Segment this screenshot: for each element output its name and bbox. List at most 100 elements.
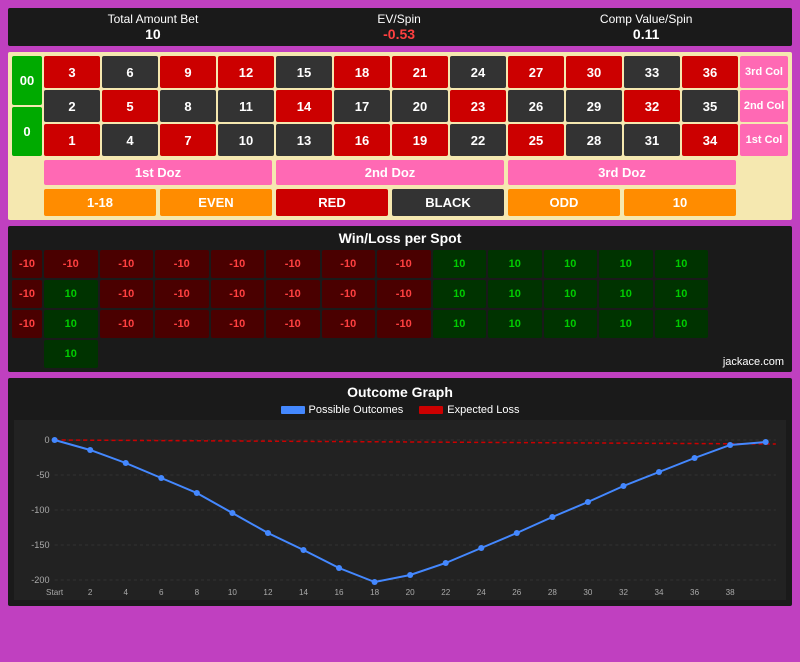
ev-spin-value: -0.53 — [383, 26, 415, 42]
col-1st[interactable]: 1st Col — [740, 124, 788, 156]
svg-text:20: 20 — [406, 588, 416, 597]
bet-odd[interactable]: ODD — [508, 189, 620, 216]
number-cell-33[interactable]: 33 — [624, 56, 680, 88]
number-cell-3[interactable]: 3 — [44, 56, 100, 88]
svg-text:32: 32 — [619, 588, 629, 597]
wl-left-cell: -10 — [12, 250, 42, 278]
bet-black[interactable]: BLACK — [392, 189, 504, 216]
wl-cell: -10 — [266, 250, 320, 278]
number-cell-32[interactable]: 32 — [624, 90, 680, 122]
svg-text:4: 4 — [123, 588, 128, 597]
wl-cell: -10 — [322, 310, 376, 338]
total-amount-bet: Total Amount Bet 10 — [108, 12, 199, 42]
svg-text:-200: -200 — [31, 575, 49, 585]
number-cell-21[interactable]: 21 — [392, 56, 448, 88]
number-cell-35[interactable]: 35 — [682, 90, 738, 122]
legend-possible-label: Possible Outcomes — [309, 404, 404, 416]
svg-text:-100: -100 — [31, 505, 49, 515]
svg-text:30: 30 — [583, 588, 593, 597]
number-cell-36[interactable]: 36 — [682, 56, 738, 88]
wl-cell: 10 — [433, 250, 487, 278]
bet-even[interactable]: EVEN — [160, 189, 272, 216]
winloss-grid: -10-10-10-10-10-10-10101010101010-10-10-… — [44, 250, 708, 368]
legend-red-icon — [419, 406, 443, 414]
number-cell-24[interactable]: 24 — [450, 56, 506, 88]
svg-text:38: 38 — [726, 588, 736, 597]
doz-3rd[interactable]: 3rd Doz — [508, 160, 736, 185]
wl-cell: -10 — [155, 310, 209, 338]
number-cell-7[interactable]: 7 — [160, 124, 216, 156]
number-cell-11[interactable]: 11 — [218, 90, 274, 122]
winloss-section: Win/Loss per Spot -10-10-10 -10-10-10-10… — [8, 226, 792, 372]
wl-cell: 10 — [488, 310, 542, 338]
wl-cell: -10 — [377, 280, 431, 308]
wl-cell: -10 — [377, 250, 431, 278]
number-cell-22[interactable]: 22 — [450, 124, 506, 156]
total-amount-label: Total Amount Bet — [108, 12, 199, 26]
wl-cell: 10 — [44, 280, 98, 308]
doz-1st[interactable]: 1st Doz — [44, 160, 272, 185]
doz-2nd[interactable]: 2nd Doz — [276, 160, 504, 185]
stats-bar: Total Amount Bet 10 EV/Spin -0.53 Comp V… — [8, 8, 792, 46]
wl-cell: -10 — [155, 250, 209, 278]
wl-cell: 10 — [488, 280, 542, 308]
columns-right: 3rd Col 2nd Col 1st Col — [740, 56, 788, 156]
number-cell-4[interactable]: 4 — [102, 124, 158, 156]
svg-text:Start: Start — [46, 588, 64, 597]
wl-cell: 10 — [655, 310, 709, 338]
number-cell-29[interactable]: 29 — [566, 90, 622, 122]
graph-area: 0 -50 -100 -150 -200 Start 2 4 6 8 10 12… — [14, 420, 786, 600]
number-cell-26[interactable]: 26 — [508, 90, 564, 122]
wl-cell: -10 — [211, 310, 265, 338]
number-cell-2[interactable]: 2 — [44, 90, 100, 122]
svg-text:34: 34 — [655, 588, 665, 597]
number-cell-25[interactable]: 25 — [508, 124, 564, 156]
number-cell-17[interactable]: 17 — [334, 90, 390, 122]
wl-cell: -10 — [322, 280, 376, 308]
number-cell-1[interactable]: 1 — [44, 124, 100, 156]
svg-text:24: 24 — [477, 588, 487, 597]
wl-cell: 10 — [599, 250, 653, 278]
jackace-watermark: jackace.com — [723, 356, 784, 368]
number-cell-30[interactable]: 30 — [566, 56, 622, 88]
zero-00[interactable]: 00 — [12, 56, 42, 105]
number-cell-5[interactable]: 5 — [102, 90, 158, 122]
col-3rd[interactable]: 3rd Col — [740, 56, 788, 88]
number-cell-34[interactable]: 34 — [682, 124, 738, 156]
wl-left-cell: -10 — [12, 280, 42, 308]
number-cell-12[interactable]: 12 — [218, 56, 274, 88]
number-cell-15[interactable]: 15 — [276, 56, 332, 88]
wl-right: jackace.com — [708, 250, 788, 368]
number-cell-18[interactable]: 18 — [334, 56, 390, 88]
number-cell-28[interactable]: 28 — [566, 124, 622, 156]
wl-cell: 10 — [44, 340, 98, 368]
svg-text:0: 0 — [44, 435, 49, 445]
number-cell-14[interactable]: 14 — [276, 90, 332, 122]
number-cell-13[interactable]: 13 — [276, 124, 332, 156]
legend-possible: Possible Outcomes — [281, 404, 404, 416]
number-cell-9[interactable]: 9 — [160, 56, 216, 88]
number-cell-31[interactable]: 31 — [624, 124, 680, 156]
wl-cell: 10 — [44, 310, 98, 338]
svg-text:10: 10 — [228, 588, 238, 597]
zero-0[interactable]: 0 — [12, 107, 42, 156]
bet-red[interactable]: RED — [276, 189, 388, 216]
number-cell-19[interactable]: 19 — [392, 124, 448, 156]
svg-text:8: 8 — [195, 588, 200, 597]
bet-10[interactable]: 10 — [624, 189, 736, 216]
number-cell-20[interactable]: 20 — [392, 90, 448, 122]
winloss-title: Win/Loss per Spot — [12, 230, 788, 246]
bet-1-18[interactable]: 1-18 — [44, 189, 156, 216]
number-cell-8[interactable]: 8 — [160, 90, 216, 122]
legend-expected: Expected Loss — [419, 404, 519, 416]
number-cell-16[interactable]: 16 — [334, 124, 390, 156]
number-cell-23[interactable]: 23 — [450, 90, 506, 122]
number-cell-10[interactable]: 10 — [218, 124, 274, 156]
wl-cell: 10 — [488, 250, 542, 278]
svg-text:28: 28 — [548, 588, 558, 597]
number-cell-27[interactable]: 27 — [508, 56, 564, 88]
col-2nd[interactable]: 2nd Col — [740, 90, 788, 122]
roulette-grid: 00 0 36912151821242730333625811141720232… — [12, 56, 788, 156]
number-cell-6[interactable]: 6 — [102, 56, 158, 88]
graph-svg: 0 -50 -100 -150 -200 Start 2 4 6 8 10 12… — [14, 420, 786, 600]
